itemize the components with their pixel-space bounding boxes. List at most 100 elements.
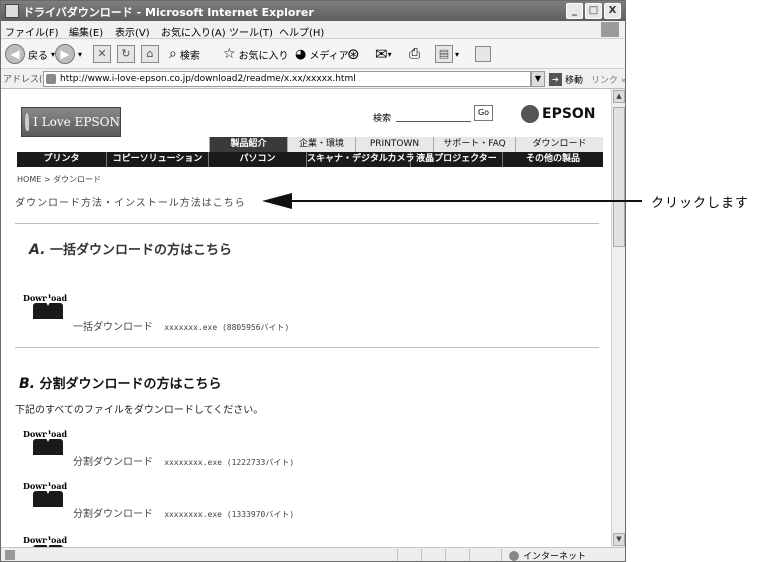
ie-page-icon xyxy=(5,4,19,18)
nav-other-products[interactable]: その他の製品 xyxy=(503,152,603,167)
printer-icon: ⎙ xyxy=(409,46,421,62)
address-url: http://www.i-love-epson.co.jp/download2/… xyxy=(60,74,356,84)
section-a-letter: A. xyxy=(29,242,46,258)
download-icon[interactable]: Download xyxy=(23,535,73,547)
discuss-icon xyxy=(475,46,491,62)
edit-dropdown-icon: ▾ xyxy=(455,49,460,59)
refresh-button[interactable]: ↻ xyxy=(117,43,135,65)
section-b-letter: B. xyxy=(19,376,35,392)
home-button[interactable]: ⌂ xyxy=(141,43,159,65)
back-button[interactable]: ◀ 戻る ▾ xyxy=(5,43,55,65)
breadcrumb[interactable]: HOME > ダウンロード xyxy=(17,174,101,185)
site-logo-text: I Love EPSON xyxy=(33,115,120,129)
download-link-label: 分割ダウンロード xyxy=(73,457,153,468)
download-tray-icon xyxy=(33,298,63,319)
download-tray-icon xyxy=(33,434,63,455)
scroll-down-icon[interactable]: ▼ xyxy=(613,533,625,546)
status-separator xyxy=(501,549,502,561)
download-icon[interactable]: Download xyxy=(23,293,73,321)
download-icon[interactable]: Download xyxy=(23,429,73,457)
annotation-arrowhead-icon xyxy=(262,193,292,209)
vertical-scrollbar[interactable]: ▲ ▼ xyxy=(611,89,625,547)
browser-window: ドライバダウンロード - Microsoft Internet Explorer… xyxy=(0,0,626,562)
menu-favorites[interactable]: お気に入り(A) xyxy=(161,24,226,39)
scroll-thumb[interactable] xyxy=(613,107,625,247)
status-separator xyxy=(445,549,446,561)
edit-icon: ▤ xyxy=(435,45,453,63)
menu-file[interactable]: ファイル(F) xyxy=(5,24,59,39)
refresh-icon: ↻ xyxy=(117,45,135,63)
howto-link[interactable]: ダウンロード方法・インストール方法はこちら xyxy=(15,194,246,209)
forward-dropdown-icon: ▾ xyxy=(78,49,83,59)
download-link-label: 一括ダウンロード xyxy=(73,322,153,333)
menu-edit[interactable]: 編集(E) xyxy=(69,24,103,39)
menu-view[interactable]: 表示(V) xyxy=(115,24,150,39)
nav-scanner-camera[interactable]: スキャナ・デジタルカメラ xyxy=(307,152,415,167)
stop-button[interactable]: ✕ xyxy=(93,43,111,65)
section-b-title-text: 分割ダウンロードの方はこちら xyxy=(39,377,222,392)
download-link[interactable]: 分割ダウンロード xxxxxxxx.exe (1222733バイト) xyxy=(73,453,294,468)
download-file-info: xxxxxxxx.exe (1333970バイト) xyxy=(164,510,295,519)
download-link-label: 分割ダウンロード xyxy=(73,509,153,520)
nav-tab-printown[interactable]: PRINTOWN xyxy=(355,137,433,152)
forward-arrow-icon: ▶ xyxy=(55,44,75,64)
forward-button[interactable]: ▶ ▾ xyxy=(55,43,82,65)
title-bar: ドライバダウンロード - Microsoft Internet Explorer… xyxy=(1,1,625,21)
status-page-icon xyxy=(5,550,15,560)
maximize-button[interactable]: □ xyxy=(585,3,602,19)
download-file-info: xxxxxxx.exe (8805956バイト) xyxy=(164,323,290,332)
go-label: 移動 xyxy=(565,75,584,86)
section-a-title: A. 一括ダウンロードの方はこちら xyxy=(29,239,232,258)
download-icon[interactable]: Download xyxy=(23,481,73,509)
site-search-input[interactable] xyxy=(396,106,471,122)
nav-copy-solution[interactable]: コピーソリューション xyxy=(107,152,209,167)
address-dropdown-icon[interactable]: ▼ xyxy=(531,71,545,87)
minimize-button[interactable]: _ xyxy=(566,3,583,19)
divider xyxy=(15,347,599,348)
site-search-go-button[interactable]: Go xyxy=(474,105,493,121)
annotation-arrow-line xyxy=(290,200,642,202)
magnifier-icon: ⌕ xyxy=(169,46,177,62)
print-button[interactable]: ⎙ xyxy=(409,43,420,65)
home-icon: ⌂ xyxy=(141,45,159,63)
menu-bar: ファイル(F) 編集(E) 表示(V) お気に入り(A) ツール(T) ヘルプ(… xyxy=(1,21,625,39)
nav-pc[interactable]: パソコン xyxy=(209,152,307,167)
epson-logo[interactable]: EPSON xyxy=(521,105,596,123)
favorites-button[interactable]: ☆ お気に入り xyxy=(223,43,289,65)
nav-tab-support[interactable]: サポート・FAQ xyxy=(433,137,515,152)
site-logo[interactable]: I Love EPSON xyxy=(21,107,121,137)
back-label: 戻る xyxy=(28,50,48,62)
close-button[interactable]: X xyxy=(604,3,621,19)
media-icon: ◕ xyxy=(295,46,307,62)
heart-logo-icon xyxy=(25,113,30,131)
links-button[interactable]: リンク » xyxy=(591,73,626,86)
download-link[interactable]: 一括ダウンロード xxxxxxx.exe (8805956バイト) xyxy=(73,318,289,333)
history-icon: ⊛ xyxy=(347,45,360,63)
mail-button[interactable]: ✉ ▾ xyxy=(375,43,392,65)
toolbar: ◀ 戻る ▾ ▶ ▾ ✕ ↻ ⌂ ⌕ 検索 ☆ お気に入り ◕ メディア ⊛ ✉… xyxy=(1,39,625,69)
go-button[interactable]: ➔ 移動 xyxy=(549,71,583,87)
divider xyxy=(15,223,599,224)
nav-printer[interactable]: プリンタ xyxy=(17,152,107,167)
section-a-title-text: 一括ダウンロードの方はこちら xyxy=(49,243,232,258)
brand-name: EPSON xyxy=(542,106,596,122)
nav-tab-company[interactable]: 企業・環境 xyxy=(287,137,355,152)
menu-help[interactable]: ヘルプ(H) xyxy=(279,24,324,39)
discuss-button[interactable] xyxy=(475,43,491,65)
nav-tab-products[interactable]: 製品紹介 xyxy=(209,137,287,152)
nav-projector[interactable]: 液晶プロジェクター xyxy=(411,152,503,167)
page-content: I Love EPSON 検索 Go EPSON 製品紹介 企業・環境 PRIN… xyxy=(1,89,611,547)
search-button[interactable]: ⌕ 検索 xyxy=(169,43,200,65)
scroll-up-icon[interactable]: ▲ xyxy=(613,90,625,103)
nav-tab-download[interactable]: ダウンロード xyxy=(515,137,603,152)
download-link[interactable]: 分割ダウンロード xxxxxxxx.exe (1333970バイト) xyxy=(73,505,294,520)
history-button[interactable]: ⊛ xyxy=(347,43,360,65)
stop-icon: ✕ xyxy=(93,45,111,63)
back-arrow-icon: ◀ xyxy=(5,44,25,64)
mail-icon: ✉ xyxy=(375,45,388,63)
menu-tools[interactable]: ツール(T) xyxy=(229,24,273,39)
media-label: メディア xyxy=(309,50,349,62)
address-input[interactable]: http://www.i-love-epson.co.jp/download2/… xyxy=(43,71,531,87)
media-button[interactable]: ◕ メディア xyxy=(295,43,349,65)
edit-button[interactable]: ▤ ▾ xyxy=(435,43,459,65)
